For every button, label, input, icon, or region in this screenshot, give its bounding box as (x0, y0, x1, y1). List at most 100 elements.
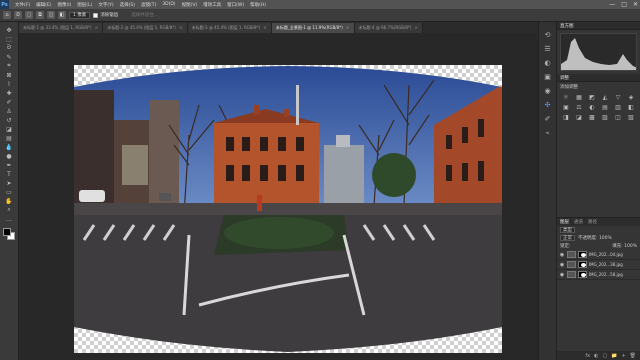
brushes-panel-icon[interactable]: ✐ (543, 114, 553, 124)
blur-tool-icon[interactable]: 💧 (4, 143, 15, 151)
menu-plugins[interactable]: 增效工具 (200, 2, 224, 8)
menu-file[interactable]: 文件(F) (12, 2, 33, 8)
layer-item[interactable]: ◉ IMG_202...04.jpg (557, 250, 640, 260)
marquee-tool-icon[interactable]: ⬚ (4, 35, 15, 43)
history-panel-icon[interactable]: ⟲ (543, 30, 553, 40)
levels-icon[interactable]: ▦ (574, 94, 584, 101)
adjustment-layer-icon[interactable]: ◐ (594, 353, 598, 359)
close-tab-icon[interactable]: × (414, 26, 418, 31)
gradient-map-icon[interactable]: ▩ (587, 114, 597, 121)
hue-saturation-icon[interactable]: ◈ (626, 94, 636, 101)
layer-item[interactable]: ◉ IMG_202...58.jpg (557, 270, 640, 280)
menu-select[interactable]: 选择(S) (117, 2, 138, 8)
tab-document-4[interactable]: 未标题-4 @ 66.7%(RGB/8*) × (354, 23, 424, 33)
hand-tool-icon[interactable]: ✋ (4, 197, 15, 205)
more-tools-icon[interactable]: … (4, 215, 15, 223)
menu-3d[interactable]: 3D(D) (159, 2, 178, 7)
brush-tool-icon[interactable]: ✐ (4, 98, 15, 106)
tab-document-2[interactable]: 未标题-2 @ 45.4% (图层 1, RGB/8*) × (103, 23, 188, 33)
anti-alias-checkbox[interactable]: 消除锯齿 (93, 12, 118, 18)
tab-paths[interactable]: 路径 (588, 219, 597, 225)
history-brush-tool-icon[interactable]: ↺ (4, 116, 15, 124)
healing-tool-icon[interactable]: ✚ (4, 89, 15, 97)
menu-window[interactable]: 窗口(W) (224, 2, 247, 8)
eyedropper-tool-icon[interactable]: ⌇ (4, 80, 15, 88)
visibility-eye-icon[interactable]: ◉ (559, 272, 565, 278)
select-and-mask-button[interactable]: 选择并遮住... (131, 12, 158, 18)
libraries-panel-icon[interactable]: ▣ (543, 72, 553, 82)
opacity-field[interactable]: 不透明度: 100% (578, 235, 612, 241)
close-tab-icon[interactable]: × (179, 26, 183, 31)
canvas-workspace[interactable] (19, 33, 538, 360)
color-lookup-icon[interactable]: ▥ (613, 104, 623, 111)
minimize-button[interactable]: — (609, 1, 615, 8)
close-window-button[interactable]: ✕ (633, 1, 638, 8)
rectangle-tool-icon[interactable]: ▭ (4, 188, 15, 196)
vibrance-icon[interactable]: ▽ (613, 94, 623, 101)
replace-color-icon[interactable]: ▧ (626, 114, 636, 121)
posterize-icon[interactable]: ◨ (561, 114, 571, 121)
paths-panel-icon[interactable]: ⌁ (543, 128, 553, 138)
tab-document-1[interactable]: 未标题-1 @ 33.4% (图层 1, RGB/8*) × (19, 23, 104, 33)
fx-icon[interactable]: fx (585, 353, 590, 359)
menu-image[interactable]: 图像(I) (54, 2, 74, 8)
black-white-icon[interactable]: ⚖ (574, 104, 584, 111)
clone-stamp-tool-icon[interactable]: ♙ (4, 107, 15, 115)
layer-mask-thumbnail[interactable] (578, 261, 587, 268)
close-tab-icon[interactable]: × (95, 26, 99, 31)
path-select-tool-icon[interactable]: ➤ (4, 179, 15, 187)
visibility-eye-icon[interactable]: ◉ (559, 262, 565, 268)
zoom-tool-icon[interactable]: ⌕ (4, 206, 15, 214)
feather-input[interactable]: 1 像素 (69, 11, 91, 19)
new-group-icon[interactable]: 📁 (611, 353, 617, 359)
menu-edit[interactable]: 编辑(E) (33, 2, 54, 8)
blend-mode-select[interactable]: 正常 (560, 235, 575, 241)
tab-document-3[interactable]: 未标题-3 @ 45.4% (图层 1, RGB/8*) × (187, 23, 272, 33)
adjustments-panel-icon[interactable]: ◐ (543, 58, 553, 68)
subtract-selection-icon[interactable]: ◫ (47, 11, 55, 19)
tab-panorama-active[interactable]: 未标题_全景图-1 @ 11.9%(RGB/8*) × (271, 23, 355, 33)
pen-tool-icon[interactable]: ✒ (4, 161, 15, 169)
brightness-contrast-icon[interactable]: ☼ (561, 94, 571, 101)
threshold-icon[interactable]: ◪ (574, 114, 584, 121)
add-selection-icon[interactable]: ⧉ (36, 11, 44, 19)
adjustments-tab[interactable]: 调整 (560, 75, 569, 81)
gradient-tool-icon[interactable]: ▤ (4, 134, 15, 142)
crop-tool-icon[interactable]: ⌗ (4, 62, 15, 70)
menu-layer[interactable]: 图层(L) (74, 2, 95, 8)
new-selection-icon[interactable]: ▢ (25, 11, 33, 19)
new-layer-icon[interactable]: + (621, 353, 625, 359)
add-mask-icon[interactable]: ▢ (602, 353, 607, 359)
selective-color-icon[interactable]: ▨ (600, 114, 610, 121)
color-panel-icon[interactable]: ◉ (543, 86, 553, 96)
tab-channels[interactable]: 通道 (574, 219, 583, 225)
photoshop-logo-icon[interactable]: Ps (0, 0, 9, 9)
properties-panel-icon[interactable]: ☰ (543, 44, 553, 54)
channel-mixer-icon[interactable]: ▤ (600, 104, 610, 111)
shadows-icon[interactable]: ◫ (613, 114, 623, 121)
color-balance-icon[interactable]: ▣ (561, 104, 571, 111)
close-tab-icon[interactable]: × (346, 26, 350, 31)
delete-layer-icon[interactable]: 🗑 (630, 353, 636, 359)
panorama-document[interactable] (74, 65, 502, 353)
visibility-eye-icon[interactable]: ◉ (559, 252, 565, 258)
dodge-tool-icon[interactable]: ● (4, 152, 15, 160)
color-swatches[interactable] (2, 228, 16, 241)
curves-icon[interactable]: ◩ (587, 94, 597, 101)
home-icon[interactable]: ⌂ (3, 11, 11, 19)
menu-view[interactable]: 视图(V) (179, 2, 201, 8)
swatches-panel-icon[interactable]: ✣ (543, 100, 553, 110)
layer-item[interactable]: ◉ IMG_202...38.jpg (557, 260, 640, 270)
fill-field[interactable]: 填充: 100% (612, 243, 637, 249)
lasso-tool-icon[interactable]: ᘐ (4, 44, 15, 52)
layer-mask-thumbnail[interactable] (578, 271, 587, 278)
foreground-color-swatch[interactable] (2, 228, 11, 236)
invert-icon[interactable]: ◧ (626, 104, 636, 111)
menu-help[interactable]: 帮助(H) (247, 2, 269, 8)
menu-filter[interactable]: 滤镜(T) (138, 2, 159, 8)
frame-tool-icon[interactable]: ⊠ (4, 71, 15, 79)
menu-type[interactable]: 文字(Y) (95, 2, 116, 8)
move-tool-icon[interactable]: ✥ (4, 26, 15, 34)
intersect-selection-icon[interactable]: ◧ (58, 11, 66, 19)
tab-layers[interactable]: 图层 (560, 219, 569, 225)
